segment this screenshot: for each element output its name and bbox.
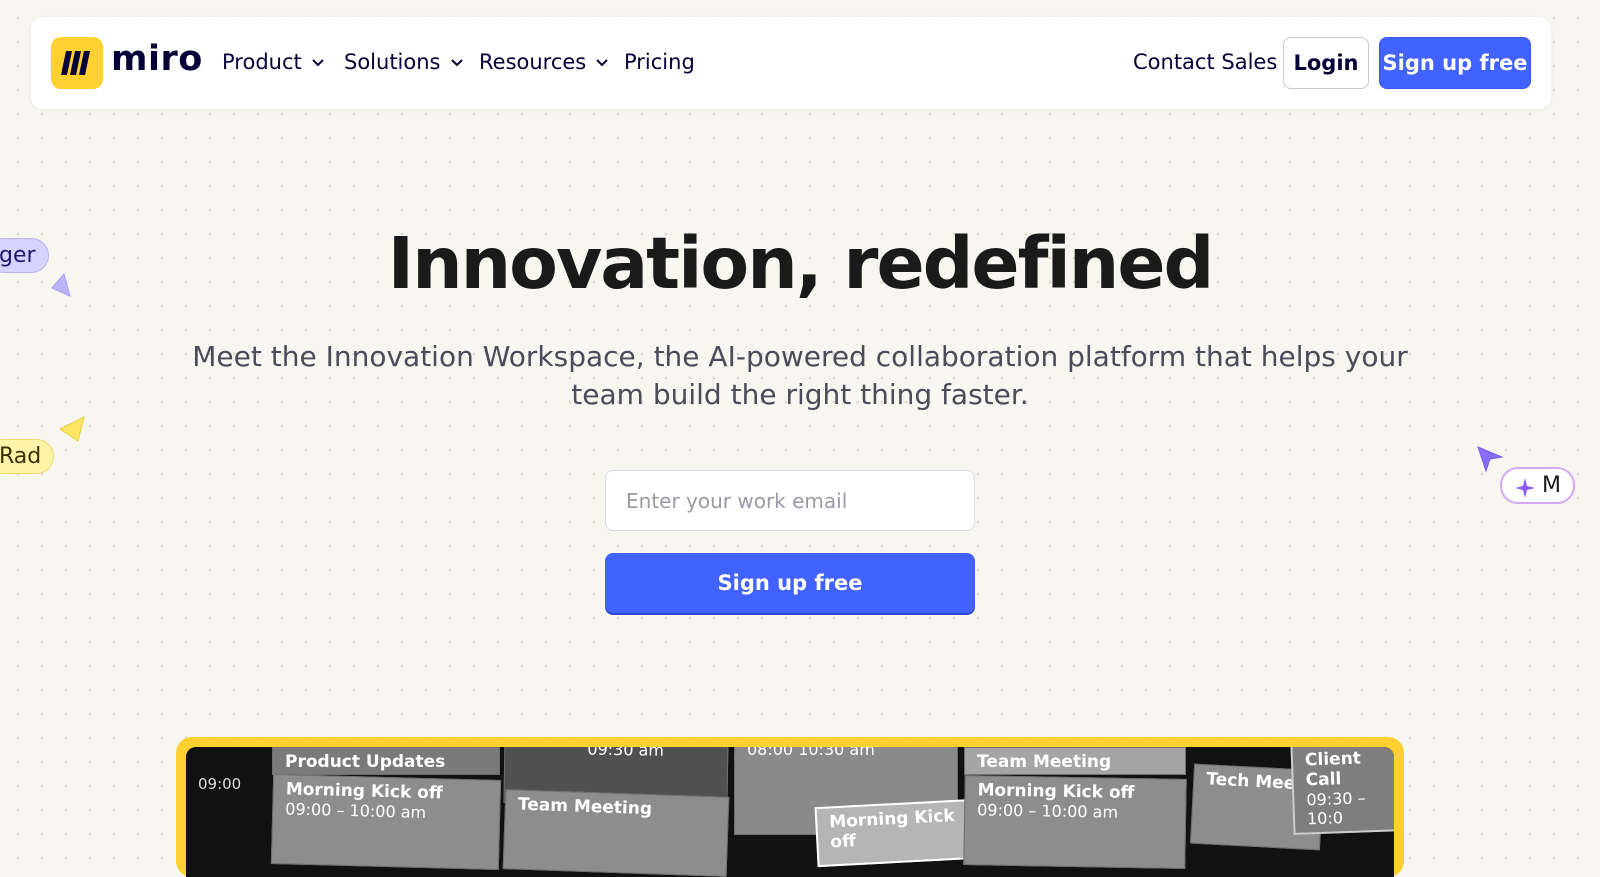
event-time: 08:00 10:30 am xyxy=(747,747,875,759)
nav-product-label: Product xyxy=(222,50,302,74)
event-time: 09:00 – 10:00 am xyxy=(977,800,1119,822)
event-title: Client Call xyxy=(1304,748,1362,791)
nav-solutions[interactable]: Solutions xyxy=(344,50,467,74)
calendar-event-card: Morning Kick off 09:00 – 10:00 am xyxy=(963,775,1187,869)
product-preview-frame: 09:00 Product Updates Morning Kick off 0… xyxy=(176,737,1404,877)
hero-subtitle: Meet the Innovation Workspace, the AI-po… xyxy=(192,340,1408,411)
calendar-preview: 09:00 Product Updates Morning Kick off 0… xyxy=(186,747,1394,877)
login-button[interactable]: Login xyxy=(1283,37,1369,89)
cursor-arrow-icon xyxy=(59,416,85,442)
collaborator-tag-yellow: Rad xyxy=(0,439,55,474)
nav-solutions-label: Solutions xyxy=(344,50,441,74)
calendar-event-card: Morning Kick off 09:00 – 10:00 am xyxy=(270,774,502,870)
top-navbar: miro Product Solutions Resources Pricing… xyxy=(31,17,1551,109)
nav-product[interactable]: Product xyxy=(222,50,328,74)
calendar-event-card: Morning Kick off xyxy=(814,798,978,868)
calendar-event-card: Team Meeting xyxy=(964,747,1186,775)
ai-assistant-tag: M xyxy=(1500,467,1575,504)
chevron-down-icon xyxy=(312,59,324,67)
hero-signup-button[interactable]: Sign up free xyxy=(605,553,975,613)
time-label: 09:00 xyxy=(198,775,242,793)
miro-logo-icon[interactable] xyxy=(51,37,103,89)
nav-pricing-label: Pricing xyxy=(624,50,695,74)
work-email-input[interactable] xyxy=(605,470,975,531)
calendar-event-card: Team Meeting xyxy=(502,789,730,877)
event-time: 09:00 – 10:00 am xyxy=(285,799,427,823)
contact-sales-link[interactable]: Contact Sales xyxy=(1133,50,1277,74)
nav-resources-label: Resources xyxy=(479,50,587,74)
event-title: Morning Kick off xyxy=(828,805,956,853)
event-time: 09:30 – 10:0 xyxy=(1306,788,1366,829)
nav-pricing[interactable]: Pricing xyxy=(624,50,695,74)
nav-signup-button[interactable]: Sign up free xyxy=(1379,37,1531,89)
event-title: Product Updates xyxy=(285,752,446,772)
chevron-down-icon xyxy=(596,59,608,67)
logo-wordmark[interactable]: miro xyxy=(111,39,203,79)
event-title: Team Meeting xyxy=(517,794,653,820)
ai-tag-label: M xyxy=(1542,473,1561,498)
calendar-event-card: Client Call 09:30 – 10:0 xyxy=(1290,747,1394,835)
nav-resources[interactable]: Resources xyxy=(479,50,612,74)
cursor-arrow-icon xyxy=(1477,446,1504,473)
calendar-event-card: Product Updates xyxy=(272,747,500,775)
event-time: 09:30 am xyxy=(587,747,665,760)
hero-title: Innovation, redefined xyxy=(387,222,1215,305)
event-title: Team Meeting xyxy=(977,752,1112,772)
sparkle-icon xyxy=(1515,478,1535,498)
chevron-down-icon xyxy=(450,59,463,67)
